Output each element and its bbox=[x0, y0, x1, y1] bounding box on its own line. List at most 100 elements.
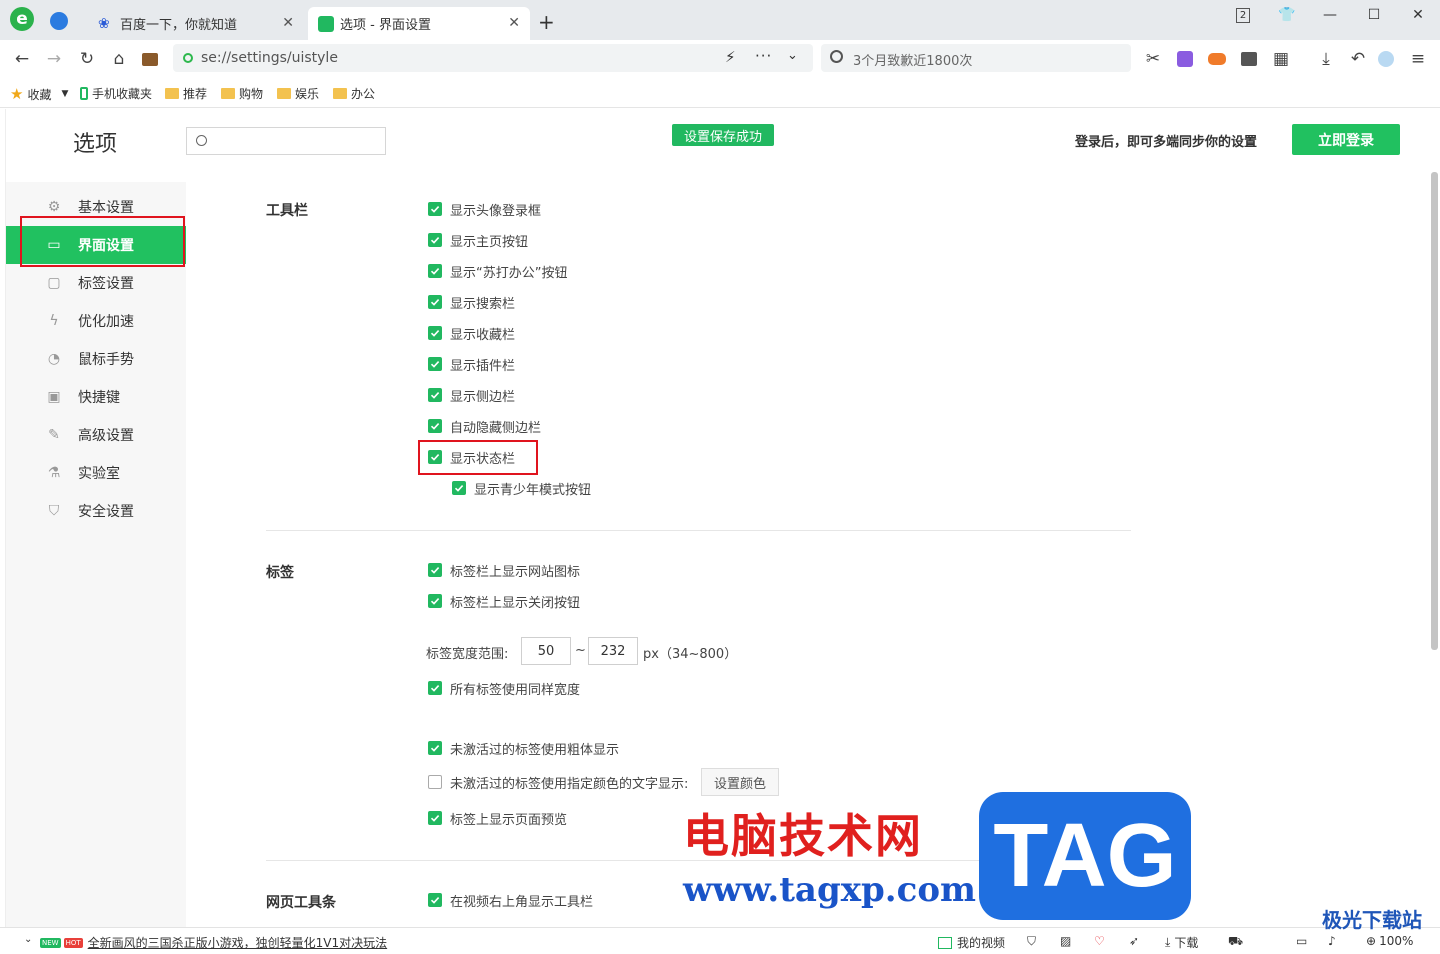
my-video-button[interactable]: 我的视频 bbox=[938, 934, 1005, 951]
search-icon bbox=[830, 50, 843, 63]
back-icon[interactable]: ← bbox=[12, 49, 32, 69]
checkbox-toolbar-option[interactable]: 显示青少年模式按钮 bbox=[452, 479, 591, 498]
minimize-icon[interactable]: — bbox=[1318, 4, 1342, 26]
checkbox-same-width[interactable]: 所有标签使用同样宽度 bbox=[428, 679, 580, 698]
scrollbar-thumb[interactable] bbox=[1431, 172, 1438, 650]
tab-width-label: 标签宽度范围: bbox=[426, 647, 509, 662]
bookmark-mobile[interactable]: 手机收藏夹 bbox=[80, 85, 152, 102]
undo-icon[interactable]: ↶ bbox=[1348, 49, 1368, 69]
search-box[interactable]: 3个月致歉近1800次 bbox=[821, 44, 1131, 72]
check-icon bbox=[428, 388, 442, 402]
menu-icon[interactable]: ≡ bbox=[1408, 49, 1428, 69]
checkbox-toolbar-option[interactable]: 显示侧边栏 bbox=[428, 386, 515, 405]
sidebar-item-speed[interactable]: ϟ 优化加速 bbox=[6, 302, 186, 340]
secure-icon bbox=[183, 53, 193, 63]
checkbox-close-button[interactable]: 标签栏上显示关闭按钮 bbox=[428, 592, 580, 611]
check-icon bbox=[428, 563, 442, 577]
image-icon[interactable]: ▨ bbox=[1060, 934, 1071, 948]
checkbox-favicon[interactable]: 标签栏上显示网站图标 bbox=[428, 561, 580, 580]
check-icon bbox=[428, 419, 442, 433]
tab-baidu[interactable]: ❀ 百度一下，你就知道 ✕ bbox=[88, 7, 304, 40]
checkbox-toolbar-option[interactable]: 显示收藏栏 bbox=[428, 324, 515, 343]
shield-icon[interactable]: ⛉ bbox=[1027, 934, 1036, 949]
bookmark-folder[interactable]: 购物 bbox=[221, 85, 263, 102]
shop-icon[interactable]: ⛟ bbox=[1228, 934, 1243, 950]
tab-width-unit: px（34~800） bbox=[643, 647, 738, 662]
close-window-icon[interactable]: ✕ bbox=[1406, 4, 1430, 26]
maximize-icon[interactable]: ☐ bbox=[1362, 4, 1386, 26]
bookmark-folder[interactable]: 办公 bbox=[333, 85, 375, 102]
checkbox-empty-icon bbox=[428, 775, 442, 789]
zoom-control[interactable]: ⊕ 100% bbox=[1366, 934, 1413, 948]
news-link[interactable]: NEW HOT 全新画风的三国杀正版小游戏，独创轻量化1V1对决玩法 bbox=[40, 934, 387, 951]
navigation-bar: ← → ↻ ⌂ se://settings/uistyle ⚡ ··· ⌄ 3个… bbox=[0, 40, 1440, 78]
favorites-button[interactable]: ★ 收藏 ▼ bbox=[10, 85, 68, 103]
rocket-icon[interactable]: ➶ bbox=[1129, 934, 1139, 948]
keyboard-icon: ▣ bbox=[47, 389, 61, 405]
sidebar-item-mouse[interactable]: ◔ 鼠标手势 bbox=[6, 340, 186, 378]
address-bar[interactable]: se://settings/uistyle ⚡ ··· ⌄ bbox=[173, 44, 813, 72]
checkbox-video-toolbar[interactable]: 在视频右上角显示工具栏 bbox=[428, 891, 593, 910]
send-icon[interactable] bbox=[50, 12, 68, 30]
bookmark-folder[interactable]: 娱乐 bbox=[277, 85, 319, 102]
reload-icon[interactable]: ↻ bbox=[77, 49, 97, 69]
tab-settings[interactable]: 选项 - 界面设置 ✕ bbox=[308, 7, 530, 40]
check-icon bbox=[428, 681, 442, 695]
check-icon bbox=[428, 295, 442, 309]
translate-icon[interactable] bbox=[1175, 49, 1195, 69]
checkbox-color-inactive[interactable]: 未激活过的标签使用指定颜色的文字显示: bbox=[428, 773, 688, 792]
checkbox-toolbar-option[interactable]: 显示“苏打办公”按钮 bbox=[428, 262, 567, 281]
tab-width-max-input[interactable]: 232 bbox=[588, 637, 638, 665]
folder-icon bbox=[221, 88, 235, 99]
bookmark-folder[interactable]: 推荐 bbox=[165, 85, 207, 102]
sidebar-item-advanced[interactable]: ✎ 高级设置 bbox=[6, 416, 186, 454]
set-color-button[interactable]: 设置颜色 bbox=[701, 768, 779, 796]
address-url: se://settings/uistyle bbox=[201, 50, 338, 66]
window-count-icon[interactable]: 2 bbox=[1231, 4, 1255, 26]
window-icon[interactable]: ▭ bbox=[1296, 934, 1307, 948]
skin-shirt-icon[interactable]: 👕 bbox=[1275, 4, 1299, 26]
checkbox-bold-inactive[interactable]: 未激活过的标签使用粗体显示 bbox=[428, 739, 619, 758]
sidebar-item-tabs[interactable]: ▢ 标签设置 bbox=[6, 264, 186, 302]
checkbox-toolbar-option[interactable]: 显示主页按钮 bbox=[428, 231, 528, 250]
checkbox-toolbar-option[interactable]: 显示插件栏 bbox=[428, 355, 515, 374]
video-icon bbox=[938, 936, 952, 949]
download-button[interactable]: ⤓ 下载 bbox=[1165, 934, 1198, 951]
volume-icon[interactable]: ♪ bbox=[1328, 934, 1336, 948]
heart-icon[interactable]: ♡ bbox=[1094, 934, 1105, 948]
chevron-down-icon[interactable]: ⌄ bbox=[787, 48, 798, 63]
check-icon bbox=[452, 481, 466, 495]
lightning-icon[interactable]: ⚡ bbox=[725, 48, 736, 66]
avatar[interactable] bbox=[1376, 49, 1396, 69]
login-button[interactable]: 立即登录 bbox=[1292, 124, 1400, 155]
more-icon[interactable]: ··· bbox=[755, 47, 772, 65]
login-tip: 登录后，即可多端同步你的设置 bbox=[1075, 135, 1258, 150]
scissors-icon[interactable]: ✂ bbox=[1143, 49, 1163, 69]
sidebar-item-shortcuts[interactable]: ▣ 快捷键 bbox=[6, 378, 186, 416]
checkbox-toolbar-option[interactable]: 显示搜索栏 bbox=[428, 293, 515, 312]
game-icon[interactable] bbox=[1207, 49, 1227, 69]
chevron-down-icon[interactable]: ⌄ bbox=[24, 934, 32, 945]
tab-width-min-input[interactable]: 50 bbox=[521, 637, 571, 665]
download-icon[interactable]: ⤓ bbox=[1316, 49, 1336, 69]
checkbox-toolbar-option[interactable]: 显示头像登录框 bbox=[428, 200, 541, 219]
close-icon[interactable]: ✕ bbox=[282, 15, 294, 31]
folder-icon bbox=[165, 88, 179, 99]
browser-logo-icon[interactable]: e bbox=[10, 7, 34, 31]
new-tab-button[interactable]: + bbox=[538, 12, 555, 32]
tab-icon: ▢ bbox=[47, 275, 61, 291]
forward-icon[interactable]: → bbox=[44, 49, 64, 69]
watermark-tag-logo: TAG bbox=[979, 792, 1191, 920]
wrench-icon: ✎ bbox=[48, 427, 60, 443]
reader-icon[interactable] bbox=[1239, 49, 1259, 69]
check-icon bbox=[428, 893, 442, 907]
sidebar-item-security[interactable]: ⛉ 安全设置 bbox=[6, 492, 186, 530]
checkbox-toolbar-option[interactable]: 自动隐藏侧边栏 bbox=[428, 417, 541, 436]
briefcase-icon[interactable] bbox=[140, 49, 160, 69]
settings-search-input[interactable] bbox=[186, 127, 386, 155]
home-icon[interactable]: ⌂ bbox=[109, 49, 129, 69]
apps-grid-icon[interactable]: ▦ bbox=[1271, 49, 1291, 69]
close-icon[interactable]: ✕ bbox=[508, 15, 520, 31]
checkbox-page-preview[interactable]: 标签上显示页面预览 bbox=[428, 809, 567, 828]
sidebar-item-lab[interactable]: ⚗ 实验室 bbox=[6, 454, 186, 492]
